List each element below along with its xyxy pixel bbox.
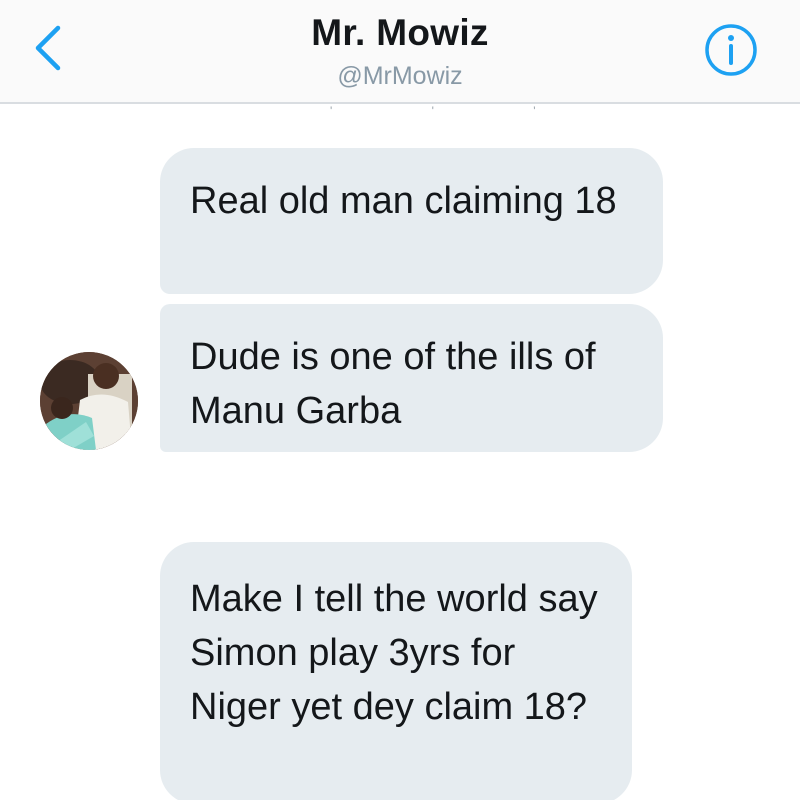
message-bubble[interactable]: Make I tell the world say Simon play 3yr… bbox=[160, 542, 632, 800]
conversation-handle: @MrMowiz bbox=[337, 62, 463, 90]
info-button[interactable] bbox=[703, 22, 759, 78]
clipped-content-remnant: ' ' ' ' bbox=[330, 104, 584, 118]
info-circle-icon bbox=[705, 24, 757, 76]
message-bubble[interactable]: Dude is one of the ills of Manu Garba bbox=[160, 304, 663, 452]
message-bubble[interactable]: Real old man claiming 18 bbox=[160, 148, 663, 294]
avatar-photo bbox=[40, 352, 138, 450]
dm-conversation-screen: Mr. Mowiz @MrMowiz ' ' ' ' Real old man … bbox=[0, 0, 800, 800]
conversation-header: Mr. Mowiz @MrMowiz bbox=[0, 0, 800, 104]
conversation-title[interactable]: Mr. Mowiz bbox=[0, 12, 800, 54]
avatar[interactable] bbox=[40, 352, 138, 450]
